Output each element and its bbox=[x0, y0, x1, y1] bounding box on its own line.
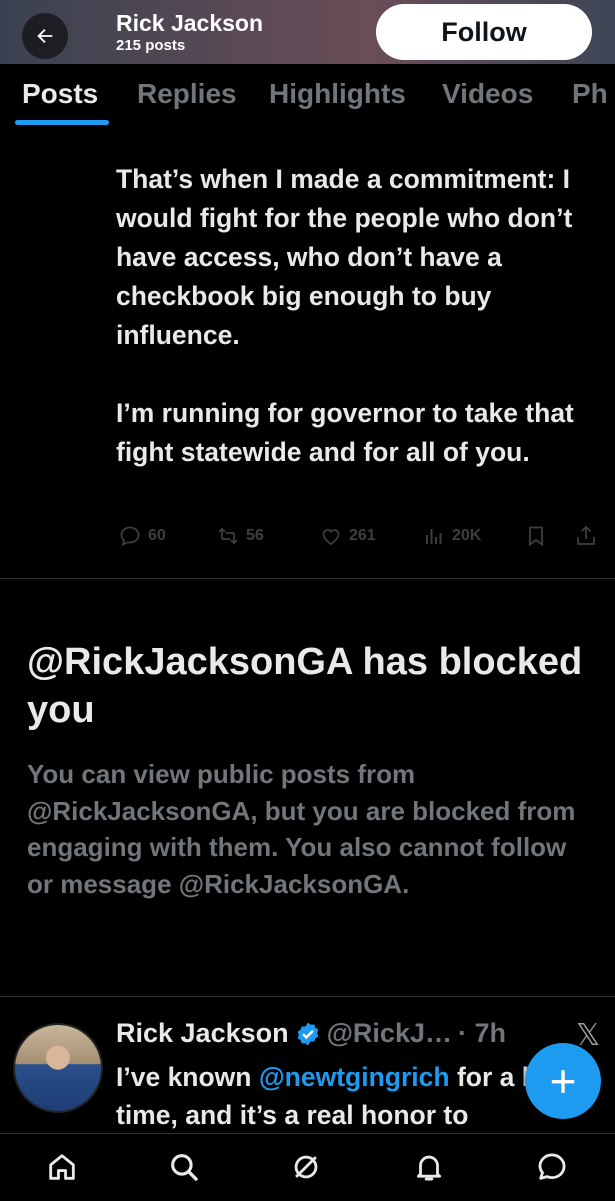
repost-count: 56 bbox=[246, 527, 264, 544]
divider bbox=[0, 578, 615, 579]
tab-photos[interactable]: Ph bbox=[572, 78, 608, 110]
author-name[interactable]: Rick Jackson bbox=[116, 1018, 289, 1049]
arrow-left-icon bbox=[37, 28, 53, 44]
bottom-navigation bbox=[0, 1133, 615, 1201]
blocked-title: @RickJacksonGA has blocked you bbox=[27, 641, 583, 731]
home-icon[interactable] bbox=[45, 1150, 79, 1184]
reply-count: 60 bbox=[148, 527, 166, 544]
repost-icon bbox=[218, 527, 238, 545]
view-count: 20K bbox=[452, 527, 482, 544]
profile-header: Rick Jackson 215 posts Follow bbox=[0, 0, 615, 64]
search-icon[interactable] bbox=[167, 1150, 201, 1184]
bookmark-button[interactable] bbox=[524, 524, 548, 548]
next-post-header: Rick Jackson @RickJ… · 7h bbox=[116, 1018, 506, 1049]
profile-name: Rick Jackson bbox=[116, 10, 264, 36]
mention-link[interactable]: @newtgingrich bbox=[259, 1062, 450, 1092]
notifications-icon[interactable] bbox=[412, 1150, 446, 1184]
share-icon bbox=[577, 525, 595, 545]
views-button[interactable]: 20K bbox=[422, 524, 481, 548]
back-button[interactable] bbox=[22, 13, 68, 59]
post-paragraph: That’s when I made a commitment: I would… bbox=[116, 164, 573, 350]
post-actions: 60 56 261 20K bbox=[116, 524, 606, 556]
bookmark-icon bbox=[529, 526, 543, 547]
grok-icon[interactable] bbox=[289, 1150, 323, 1184]
tab-videos[interactable]: Videos bbox=[442, 78, 533, 110]
analytics-icon bbox=[426, 529, 442, 544]
verified-badge-icon bbox=[297, 1022, 318, 1045]
follow-button[interactable]: Follow bbox=[376, 4, 592, 60]
heart-icon bbox=[322, 529, 340, 546]
tab-posts[interactable]: Posts bbox=[22, 78, 98, 110]
post-body[interactable]: That’s when I made a commitment: I would… bbox=[116, 160, 606, 472]
divider bbox=[0, 996, 615, 997]
avatar[interactable] bbox=[13, 1023, 103, 1113]
messages-icon[interactable] bbox=[535, 1150, 569, 1184]
post-time: · 7h bbox=[458, 1018, 507, 1048]
reply-button[interactable]: 60 bbox=[118, 524, 166, 548]
post-count: 215 posts bbox=[116, 37, 186, 54]
repost-button[interactable]: 56 bbox=[216, 524, 264, 548]
post-paragraph: I’m running for governor to take that fi… bbox=[116, 398, 574, 467]
tab-replies[interactable]: Replies bbox=[137, 78, 237, 110]
profile-tabs: Posts Replies Highlights Videos Ph bbox=[0, 64, 615, 126]
like-button[interactable]: 261 bbox=[319, 524, 376, 548]
compose-post-button[interactable]: + bbox=[525, 1043, 601, 1119]
share-button[interactable] bbox=[574, 524, 598, 548]
like-count: 261 bbox=[349, 527, 376, 544]
post-text: I’ve known bbox=[116, 1062, 259, 1092]
reply-icon bbox=[120, 526, 140, 547]
blocked-description: You can view public posts from @RickJack… bbox=[27, 759, 576, 899]
active-tab-indicator bbox=[15, 120, 109, 125]
tab-highlights[interactable]: Highlights bbox=[269, 78, 406, 110]
author-handle: @RickJ… bbox=[326, 1018, 452, 1048]
next-post-body[interactable]: I’ve known @newtgingrich for a long time… bbox=[116, 1058, 596, 1132]
